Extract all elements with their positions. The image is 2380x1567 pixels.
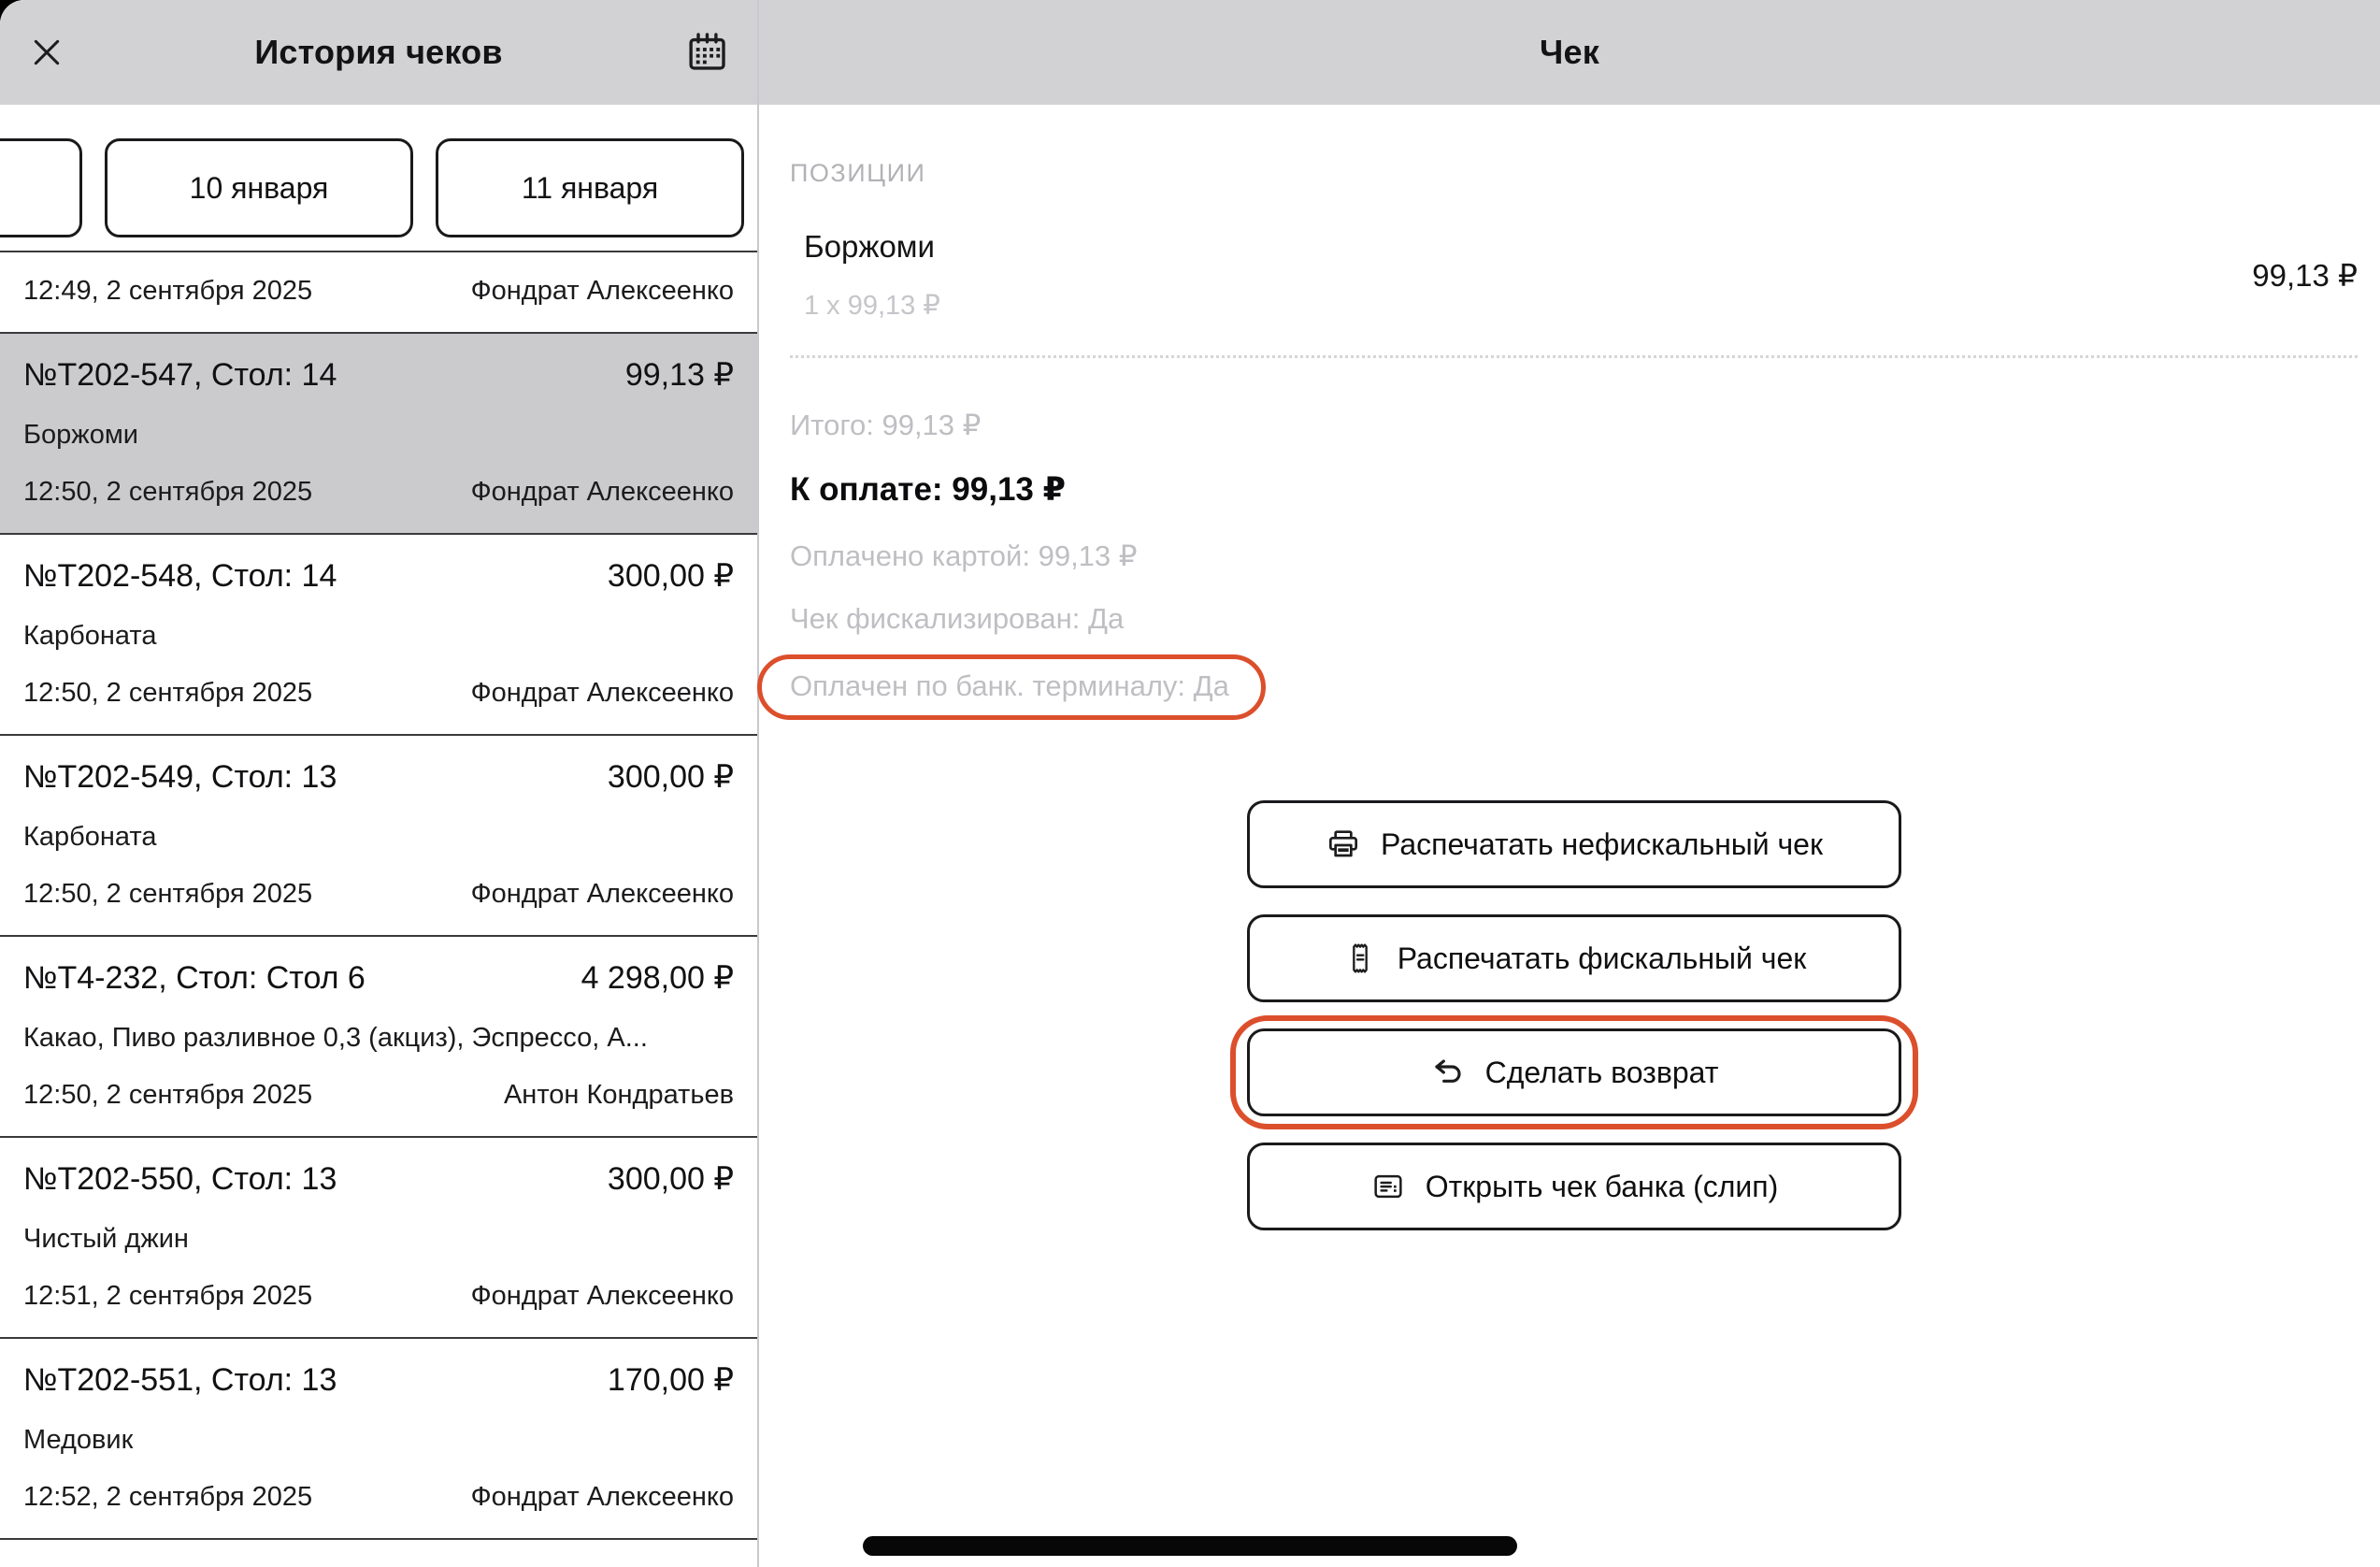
annotation-circle-bank-terminal: Оплачен по банк. терминалу: Да	[757, 654, 1266, 720]
right-panel-title: Чек	[1540, 33, 1599, 72]
receipt-list-item[interactable]: №Т202-549, Стол: 13 300,00 ₽ Карбоната 1…	[0, 736, 757, 937]
refund-button[interactable]: Сделать возврат	[1247, 1028, 1901, 1116]
receipt-list-item[interactable]: №Т202-550, Стол: 13 300,00 ₽ Чистый джин…	[0, 1138, 757, 1339]
receipt-amount: 99,13 ₽	[625, 356, 734, 395]
receipt-detail-content: ПОЗИЦИИ Боржоми 1 x 99,13 ₽ 99,13 ₽ Итог…	[759, 105, 2380, 1230]
date-filter-row: 10 января 11 января	[0, 105, 757, 252]
receipt-waiter: Антон Кондратьев	[504, 1079, 734, 1112]
receipt-number-table: №Т202-548, Стол: 14	[23, 557, 337, 596]
receipt-number-table: №Т202-550, Стол: 13	[23, 1160, 337, 1199]
receipt-items-summary: Медовик	[23, 1424, 734, 1457]
positions-section-label: ПОЗИЦИИ	[790, 159, 2358, 188]
receipt-timestamp: 12:50, 2 сентября 2025	[23, 476, 312, 509]
slip-icon	[1369, 1168, 1407, 1205]
summary-paid-by-card: Оплачено картой: 99,13 ₽	[790, 539, 2358, 573]
receipt-number-table: №Т202-547, Стол: 14	[23, 356, 337, 395]
left-panel-title: История чеков	[254, 33, 502, 72]
date-filter-button[interactable]	[0, 138, 82, 237]
receipt-amount: 170,00 ₽	[608, 1361, 734, 1400]
receipt-waiter: Фондрат Алексеенко	[471, 275, 734, 308]
receipt-waiter: Фондрат Алексеенко	[471, 1481, 734, 1514]
left-header: История чеков	[0, 0, 757, 105]
receipt-icon	[1341, 940, 1379, 977]
position-qty-price: 1 x 99,13 ₽	[804, 289, 940, 322]
date-filter-label: 10 января	[190, 171, 329, 206]
receipt-timestamp: 12:50, 2 сентября 2025	[23, 878, 312, 911]
receipt-amount: 300,00 ₽	[608, 557, 734, 596]
date-filter-label: 11 января	[522, 171, 658, 206]
receipt-list[interactable]: 12:49, 2 сентября 2025 Фондрат Алексеенк…	[0, 252, 757, 1567]
receipt-number-table: №Т202-549, Стол: 13	[23, 758, 337, 797]
right-header: Чек	[759, 0, 2380, 105]
receipt-detail-panel: Чек ПОЗИЦИИ Боржоми 1 x 99,13 ₽ 99,13 ₽ …	[759, 0, 2380, 1567]
summary-fiscalized: Чек фискализирован: Да	[790, 602, 2358, 636]
date-filter-button[interactable]: 11 января	[436, 138, 744, 237]
position-name: Боржоми	[804, 229, 940, 265]
calendar-button[interactable]	[679, 24, 735, 80]
date-filter-button[interactable]: 10 января	[105, 138, 413, 237]
position-total: 99,13 ₽	[2252, 257, 2358, 294]
receipt-timestamp: 12:49, 2 сентября 2025	[23, 275, 312, 308]
receipt-timestamp: 12:50, 2 сентября 2025	[23, 677, 312, 710]
dotted-separator	[790, 355, 2358, 358]
return-arrow-icon	[1429, 1054, 1467, 1091]
receipt-waiter: Фондрат Алексеенко	[471, 677, 734, 710]
printer-icon	[1325, 826, 1362, 863]
receipt-items-summary: Боржоми	[23, 419, 734, 452]
print-non-fiscal-button[interactable]: Распечатать нефискальный чек	[1247, 800, 1901, 888]
receipt-list-item[interactable]: №Т202-551, Стол: 13 170,00 ₽ Медовик 12:…	[0, 1339, 757, 1540]
receipt-waiter: Фондрат Алексеенко	[471, 878, 734, 911]
receipt-actions: Распечатать нефискальный чек Распечатать…	[1247, 800, 1901, 1230]
receipt-items-summary: Карбоната	[23, 821, 734, 854]
position-item: Боржоми 1 x 99,13 ₽ 99,13 ₽	[790, 229, 2358, 322]
summary-total: Итого: 99,13 ₽	[790, 409, 2358, 442]
open-bank-slip-button[interactable]: Открыть чек банка (слип)	[1247, 1143, 1901, 1230]
receipt-list-item[interactable]: №Т4-232, Стол: Стол 6 4 298,00 ₽ Какао, …	[0, 937, 757, 1138]
receipt-list-item[interactable]: №Т202-548, Стол: 14 300,00 ₽ Карбоната 1…	[0, 535, 757, 736]
home-indicator[interactable]	[863, 1536, 1517, 1556]
summary-to-pay: К оплате: 99,13 ₽	[790, 471, 2358, 509]
receipt-items-summary: Карбоната	[23, 620, 734, 653]
receipt-history-panel: История чеков 10 января	[0, 0, 757, 1567]
receipt-timestamp: 12:52, 2 сентября 2025	[23, 1481, 312, 1514]
close-button[interactable]	[24, 30, 69, 75]
close-icon	[28, 34, 65, 71]
receipt-timestamp: 12:50, 2 сентября 2025	[23, 1079, 312, 1112]
receipt-items-summary: Чистый джин	[23, 1223, 734, 1256]
receipt-timestamp: 12:51, 2 сентября 2025	[23, 1280, 312, 1313]
receipt-amount: 300,00 ₽	[608, 758, 734, 797]
receipt-amount: 4 298,00 ₽	[581, 959, 734, 998]
receipt-number-table: №Т202-551, Стол: 13	[23, 1361, 337, 1400]
receipt-summary: Итого: 99,13 ₽ К оплате: 99,13 ₽ Оплачен…	[790, 409, 2358, 720]
receipt-items-summary: Какао, Пиво разливное 0,3 (акциз), Эспре…	[23, 1022, 734, 1055]
receipt-waiter: Фондрат Алексеенко	[471, 476, 734, 509]
app-screen: История чеков 10 января	[0, 0, 2380, 1567]
receipt-list-item[interactable]: 12:49, 2 сентября 2025 Фондрат Алексеенк…	[0, 252, 757, 334]
receipt-amount: 300,00 ₽	[608, 1160, 734, 1199]
receipt-waiter: Фондрат Алексеенко	[471, 1280, 734, 1313]
receipt-number-table: №Т4-232, Стол: Стол 6	[23, 959, 366, 998]
summary-bank-terminal: Оплачен по банк. терминалу: Да	[790, 669, 1229, 702]
calendar-icon	[681, 27, 732, 78]
print-fiscal-button[interactable]: Распечатать фискальный чек	[1247, 914, 1901, 1002]
receipt-list-item[interactable]: №Т202-547, Стол: 14 99,13 ₽ Боржоми 12:5…	[0, 334, 757, 535]
